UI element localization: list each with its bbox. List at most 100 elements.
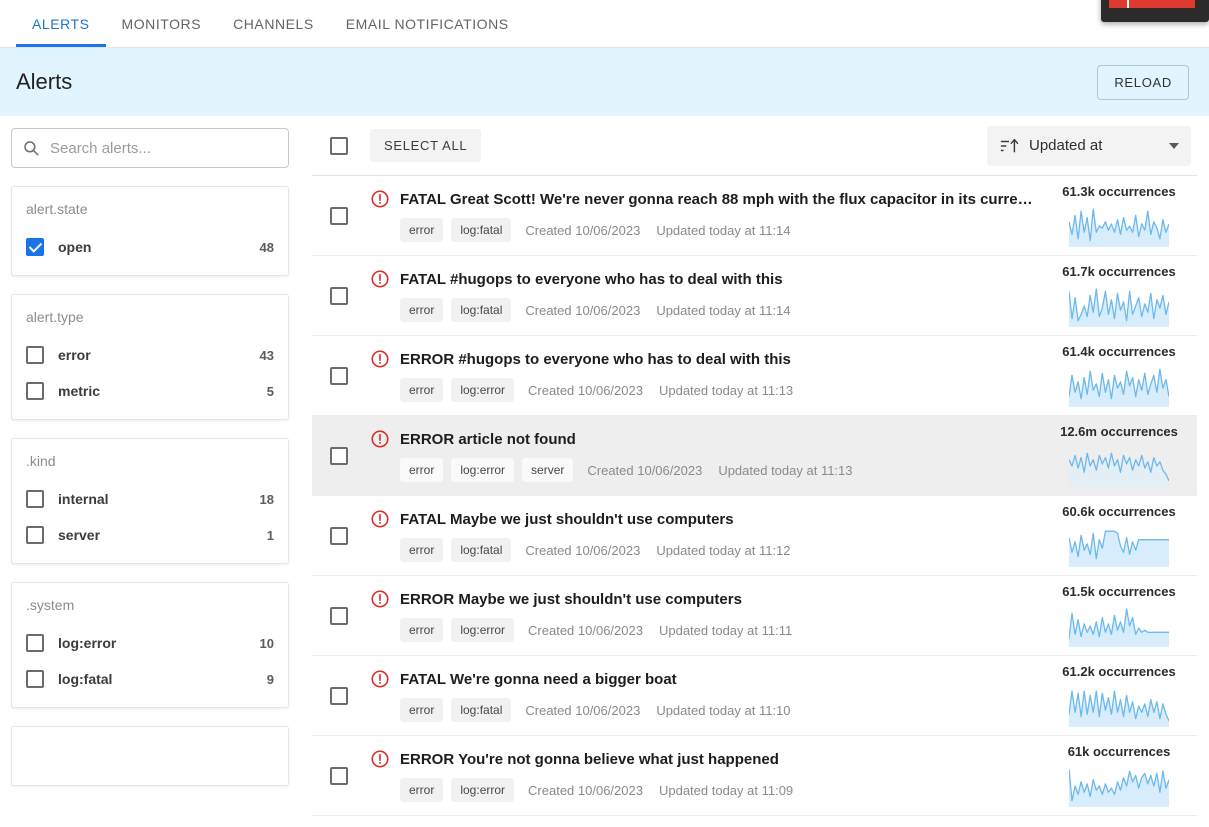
tab-monitors[interactable]: MONITORS [106, 0, 218, 47]
facet-title: .kind [26, 453, 274, 469]
alert-updated-text: Updated today at 11:13 [659, 383, 793, 398]
facet-checkbox[interactable] [26, 382, 44, 400]
alert-row[interactable]: ERROR #hugops to everyone who has to dea… [312, 336, 1197, 416]
alert-row[interactable]: ERROR Maybe we just shouldn't use comput… [312, 576, 1197, 656]
facet-checkbox[interactable] [26, 526, 44, 544]
tab-email-notifications[interactable]: EMAIL NOTIFICATIONS [330, 0, 525, 47]
alert-row-checkbox[interactable] [330, 447, 348, 465]
facet-option-logfatal[interactable]: log:fatal9 [26, 661, 274, 697]
alert-row-checkbox[interactable] [330, 687, 348, 705]
facet-option-logerror[interactable]: log:error10 [26, 625, 274, 661]
tab-channels[interactable]: CHANNELS [217, 0, 330, 47]
facet-option-metric[interactable]: metric5 [26, 373, 274, 409]
facet-option-open[interactable]: open48 [26, 229, 274, 265]
facet-option-count: 1 [267, 528, 274, 543]
alert-tag-chip[interactable]: error [400, 698, 443, 722]
search-input[interactable] [50, 140, 278, 157]
facet-option-count: 9 [267, 672, 274, 687]
alert-tag-chip[interactable]: error [400, 458, 443, 482]
sparkline-chart [1069, 205, 1169, 247]
search-alerts-box[interactable] [11, 128, 289, 168]
alert-tag-chip[interactable]: error [400, 218, 443, 242]
alert-tag-chip[interactable]: log:fatal [451, 218, 511, 242]
alert-tag-chip[interactable]: error [400, 778, 443, 802]
tab-monitors-label: MONITORS [122, 16, 202, 32]
alert-updated-text: Updated today at 11:10 [656, 703, 790, 718]
alert-updated-text: Updated today at 11:11 [659, 623, 792, 638]
alert-tag-chip[interactable]: log:fatal [451, 538, 511, 562]
alert-tag-chip[interactable]: log:fatal [451, 298, 511, 322]
facet-option-label: metric [58, 383, 267, 399]
facet-checkbox[interactable] [26, 634, 44, 652]
main-tab-bar: ALERTS MONITORS CHANNELS EMAIL NOTIFICAT… [0, 0, 1209, 48]
tab-channels-label: CHANNELS [233, 16, 314, 32]
facet-option-label: log:error [58, 635, 260, 651]
alert-row[interactable]: FATAL Maybe we just shouldn't use comput… [312, 496, 1197, 576]
facet-checkbox[interactable] [26, 238, 44, 256]
tab-alerts[interactable]: ALERTS [16, 0, 106, 47]
alert-row-metrics: 61.5k occurrences [1041, 584, 1191, 647]
facet-checkbox[interactable] [26, 670, 44, 688]
alert-row[interactable]: FATAL #hugops to everyone who has to dea… [312, 256, 1197, 336]
facet-checkbox[interactable] [26, 490, 44, 508]
alert-row-checkbox[interactable] [330, 607, 348, 625]
page-title: Alerts [16, 69, 72, 95]
alert-tag-chip[interactable]: log:error [451, 618, 514, 642]
error-circle-icon [370, 189, 390, 209]
alert-updated-text: Updated today at 11:09 [659, 783, 793, 798]
facet-checkbox[interactable] [26, 346, 44, 364]
alert-rows-container: FATAL Great Scott! We're never gonna rea… [312, 176, 1197, 816]
alert-row-checkbox[interactable] [330, 367, 348, 385]
alert-row-checkbox[interactable] [330, 527, 348, 545]
facet-option-count: 48 [260, 240, 274, 255]
alert-title-line: ERROR You're not gonna believe what just… [370, 749, 1041, 769]
facet-option-server[interactable]: server1 [26, 517, 274, 553]
facet-title: alert.state [26, 201, 274, 217]
alert-meta-line: errorlog:fatalCreated 10/06/2023Updated … [370, 698, 1041, 722]
error-circle-icon [370, 589, 390, 609]
select-all-button[interactable]: SELECT ALL [370, 129, 481, 162]
alert-row-metrics: 61.4k occurrences [1041, 344, 1191, 407]
alert-tag-chip[interactable]: error [400, 298, 443, 322]
alert-row[interactable]: ERROR article not founderrorlog:errorser… [312, 416, 1197, 496]
alert-row-checkbox[interactable] [330, 207, 348, 225]
error-circle-icon [370, 429, 390, 449]
alert-tag-chip[interactable]: log:fatal [451, 698, 511, 722]
floating-dark-widget[interactable] [1101, 0, 1209, 22]
facet-list: alert.stateopen48alert.typeerror43metric… [11, 186, 289, 708]
alert-updated-text: Updated today at 11:13 [718, 463, 852, 478]
alert-row[interactable]: FATAL We're gonna need a bigger boaterro… [312, 656, 1197, 736]
select-all-checkbox[interactable] [330, 137, 348, 155]
alert-tag-chip[interactable]: error [400, 538, 443, 562]
alert-row-checkbox[interactable] [330, 767, 348, 785]
alert-tag-chip[interactable]: error [400, 378, 443, 402]
alert-title-line: FATAL #hugops to everyone who has to dea… [370, 269, 1041, 289]
alert-meta-line: errorlog:errorCreated 10/06/2023Updated … [370, 618, 1041, 642]
alert-created-text: Created 10/06/2023 [525, 303, 640, 318]
alert-updated-text: Updated today at 11:14 [656, 303, 790, 318]
facet-title: .system [26, 597, 274, 613]
alert-row[interactable]: ERROR You're not gonna believe what just… [312, 736, 1197, 816]
alert-meta-line: errorlog:errorCreated 10/06/2023Updated … [370, 778, 1041, 802]
facet-option-internal[interactable]: internal18 [26, 481, 274, 517]
alert-created-text: Created 10/06/2023 [525, 223, 640, 238]
alert-tag-chip[interactable]: log:error [451, 778, 514, 802]
sort-ascending-icon [999, 137, 1019, 155]
reload-button[interactable]: RELOAD [1097, 65, 1189, 100]
alert-updated-text: Updated today at 11:14 [656, 223, 790, 238]
alert-tag-chip[interactable]: server [522, 458, 573, 482]
alert-title: FATAL Maybe we just shouldn't use comput… [400, 511, 734, 528]
alert-tag-chip[interactable]: log:error [451, 378, 514, 402]
alert-row-checkbox[interactable] [330, 287, 348, 305]
sort-dropdown[interactable]: Updated at [987, 126, 1191, 166]
facet-option-label: open [58, 239, 260, 255]
facet-option-error[interactable]: error43 [26, 337, 274, 373]
alert-occurrences-count: 60.6k occurrences [1062, 504, 1175, 519]
facet-title: alert.type [26, 309, 274, 325]
alert-tag-chip[interactable]: error [400, 618, 443, 642]
alert-tag-chip[interactable]: log:error [451, 458, 514, 482]
alert-title: FATAL Great Scott! We're never gonna rea… [400, 191, 1041, 208]
alert-created-text: Created 10/06/2023 [587, 463, 702, 478]
alert-row[interactable]: FATAL Great Scott! We're never gonna rea… [312, 176, 1197, 256]
alert-row-metrics: 61.3k occurrences [1041, 184, 1191, 247]
